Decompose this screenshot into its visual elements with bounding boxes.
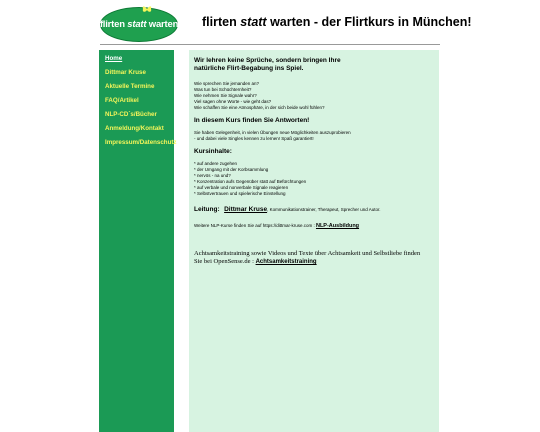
achtsamkeitstraining-link[interactable]: Achtsamkeitstraining	[256, 259, 317, 265]
question-item: Wie schaffen Sie eine Atmosphäre, in der…	[194, 105, 325, 110]
sidebar-item-nlp-cds[interactable]: NLP-CD´s/Bücher	[99, 108, 174, 122]
intro-heading-line-2: natürliche Flirt-Begabung ins Spiel.	[194, 65, 304, 72]
achtsamkeit-paragraph: Achtsamkeitstraining sowie Videos und Te…	[194, 250, 434, 266]
page-title: flirten statt warten - der Flirtkurs in …	[202, 15, 472, 29]
nlp-line: Weitere NLP-Kurse finden Sie auf https:/…	[194, 219, 434, 230]
header-divider	[100, 44, 440, 45]
sidebar-item-impressum[interactable]: Impressum/Datenschutz	[99, 136, 177, 150]
answers-text: Sie haben Gelegenheit, in vielen Übungen…	[194, 130, 434, 142]
list-item: * Selbstvertrauen und spielerische Einst…	[194, 191, 286, 196]
sidebar-item-home[interactable]: Home	[99, 52, 174, 66]
leitung-line: Leitung: Dittmar Kruse, Kommunikationstr…	[194, 203, 434, 214]
leitung-description: , Kommunikationstrainer, Therapeut, Spre…	[267, 207, 381, 212]
dittmar-kruse-link[interactable]: Dittmar Kruse	[224, 206, 267, 213]
main-content: Wir lehren keine Sprüche, sondern bringe…	[189, 50, 439, 432]
questions-list: Wie sprechen Sie jemanden an? Was tun be…	[194, 81, 434, 111]
contents-list: * auf andere zugehen * der Umgang mit de…	[194, 161, 434, 197]
achtsamkeit-text: Sie bei OpenSense.de :	[194, 258, 256, 265]
sidebar-item-termine[interactable]: Aktuelle Termine	[99, 80, 174, 94]
sidebar-item-dittmar-kruse[interactable]: Dittmar Kruse	[99, 66, 174, 80]
intro-heading-line-1: Wir lehren keine Sprüche, sondern bringe…	[194, 57, 341, 64]
nlp-text: Weitere NLP-Kurse finden Sie auf https:/…	[194, 223, 316, 228]
answers-heading: In diesem Kurs finden Sie Antworten!	[194, 117, 310, 124]
butterfly-icon	[142, 6, 152, 12]
achtsamkeit-line-2: Sie bei OpenSense.de : Achtsamkeitstrain…	[194, 258, 434, 266]
achtsamkeit-line-1: Achtsamkeitstraining sowie Videos und Te…	[194, 250, 421, 257]
answers-line: - und dabei viele Singles kennen zu lern…	[194, 136, 314, 141]
site-logo[interactable]: flirten statt warten	[99, 6, 179, 42]
sidebar-item-anmeldung[interactable]: Anmeldung/Kontakt	[99, 122, 174, 136]
leitung-label: Leitung:	[194, 206, 220, 213]
sidebar-item-faq[interactable]: FAQ/Artikel	[99, 94, 174, 108]
nlp-ausbildung-link[interactable]: NLP-Ausbildung	[316, 223, 359, 229]
contents-heading: Kursinhalte:	[194, 148, 232, 155]
sidebar-nav: Home Dittmar Kruse Aktuelle Termine FAQ/…	[99, 50, 177, 432]
logo-text: flirten statt warten	[99, 19, 179, 30]
